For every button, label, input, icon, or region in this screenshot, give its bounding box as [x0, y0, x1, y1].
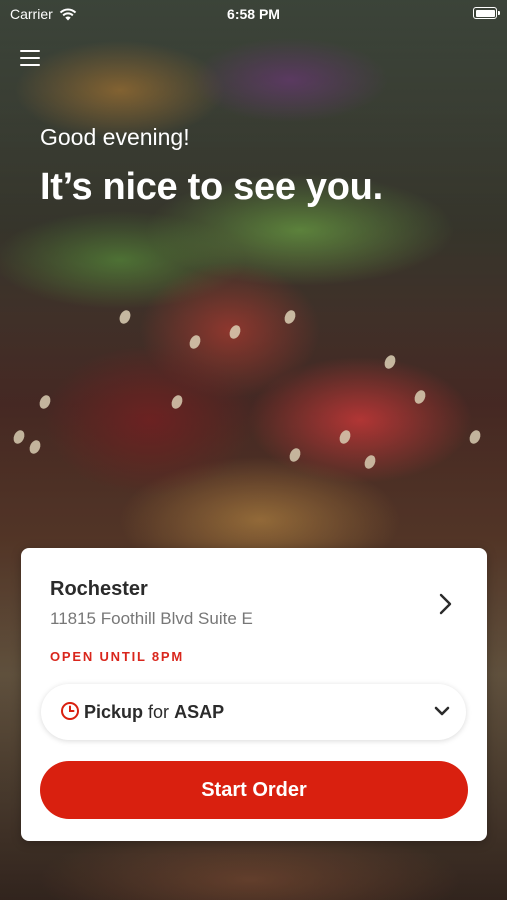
clock-icon — [61, 702, 79, 720]
order-time-label: ASAP — [174, 702, 225, 722]
order-mode-label: Pickup — [84, 702, 144, 722]
greeting-text: Good evening! — [40, 124, 190, 150]
chevron-down-icon — [434, 706, 450, 716]
chevron-right-icon — [439, 593, 452, 615]
headline-text: It’s nice to see you. — [40, 166, 383, 208]
order-card: Rochester 11815 Foothill Blvd Suite E OP… — [21, 548, 487, 841]
status-time: 6:58 PM — [227, 6, 280, 22]
start-order-button[interactable]: Start Order — [40, 761, 468, 819]
store-hours-label: OPEN UNTIL 8PM — [50, 649, 185, 664]
battery-icon — [473, 7, 500, 19]
hamburger-menu-icon[interactable] — [20, 48, 42, 68]
store-location-row[interactable]: Rochester 11815 Foothill Blvd Suite E — [50, 578, 467, 629]
order-mode-connector: for — [148, 702, 170, 722]
pickup-time-selector[interactable]: Pickup for ASAP — [41, 684, 466, 740]
pickup-summary: Pickup for ASAP — [84, 702, 224, 723]
status-bar: Carrier 6:58 PM — [0, 0, 507, 28]
store-name: Rochester — [50, 578, 148, 600]
store-address: 11815 Foothill Blvd Suite E — [50, 609, 253, 628]
battery-level — [475, 9, 495, 17]
